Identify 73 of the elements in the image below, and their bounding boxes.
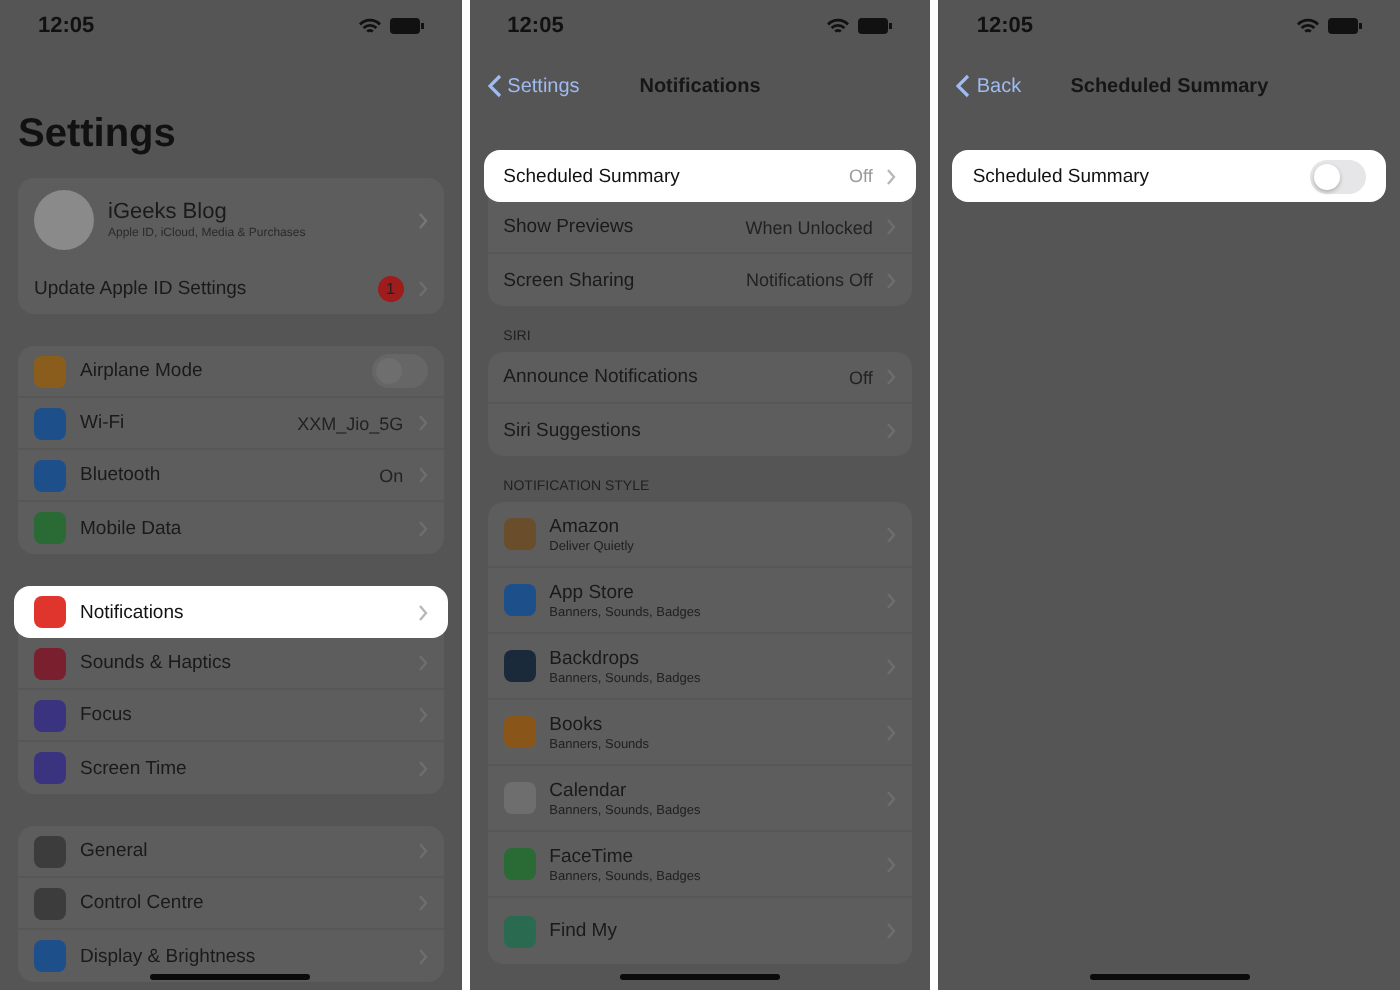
row-value: Off (849, 367, 873, 387)
back-link[interactable]: Back (956, 74, 1022, 98)
row-label: Siri Suggestions (503, 419, 643, 441)
status-time: 12:05 (38, 14, 95, 38)
settings-row[interactable]: Show Previews When Unlocked (487, 202, 913, 254)
wifi-icon (1296, 17, 1321, 35)
row-label: FaceTime (549, 845, 636, 867)
row-label: Books (549, 713, 605, 735)
back-link[interactable]: Settings (487, 74, 580, 98)
toggle-switch[interactable] (1310, 159, 1367, 193)
row-label: Screen Time (80, 757, 189, 779)
settings-row[interactable]: Screen Sharing Notifications Off (487, 254, 913, 306)
chevron-icon (417, 211, 428, 229)
wifi-icon (357, 17, 382, 35)
row-label: Focus (80, 704, 134, 726)
settings-row[interactable]: Scheduled Summary (952, 150, 1387, 202)
settings-row[interactable]: General (18, 826, 444, 878)
settings-row[interactable]: Siri Suggestions (487, 404, 913, 456)
battery-icon (858, 18, 893, 34)
page-title: Settings (18, 112, 178, 158)
settings-row[interactable]: Find My (487, 898, 913, 964)
row-value: On (379, 465, 404, 485)
row-value: XXM_Jio_5G (297, 413, 404, 433)
settings-row[interactable]: Display & Brightness (18, 930, 444, 982)
row-label: Find My (549, 920, 619, 942)
avatar-icon (34, 190, 94, 250)
row-label: Wi-Fi (80, 412, 127, 434)
row-value: When Unlocked (745, 217, 873, 237)
settings-row[interactable]: Notifications (14, 586, 448, 638)
row-value: Off (849, 166, 873, 186)
nav-title: Scheduled Summary (1070, 75, 1269, 97)
row-label: General (80, 840, 150, 862)
row-label: Mobile Data (80, 517, 184, 539)
settings-row[interactable]: Mobile Data (18, 502, 444, 554)
notification-badge: 1 (377, 275, 404, 301)
nav-title: Notifications (639, 75, 761, 97)
status-time: 12:05 (976, 14, 1033, 38)
settings-row[interactable]: Focus (18, 690, 444, 742)
row-label: Scheduled Summary (503, 165, 682, 187)
row-label: Show Previews (503, 216, 636, 238)
settings-row[interactable]: Airplane Mode (18, 346, 444, 398)
settings-row[interactable]: Update Apple ID Settings 1 (18, 262, 444, 314)
chevron-icon (886, 167, 897, 185)
chevron-icon (417, 603, 428, 621)
row-label: Airplane Mode (80, 360, 205, 382)
row-label: App Store (549, 581, 636, 603)
back-chevron-icon (956, 74, 971, 98)
back-chevron-icon (487, 74, 502, 98)
row-value: Notifications Off (745, 270, 873, 290)
settings-row[interactable]: Wi-Fi XXM_Jio_5G (18, 398, 444, 450)
row-label: Display & Brightness (80, 945, 258, 967)
settings-row[interactable]: Bluetooth On (18, 450, 444, 502)
battery-icon (1328, 18, 1363, 34)
row-label: Scheduled Summary (972, 165, 1152, 187)
row-label: Announce Notifications (503, 366, 700, 388)
row-label: Control Centre (80, 892, 206, 914)
profile-name: iGeeks Blog (108, 200, 229, 224)
row-label: Sounds & Haptics (80, 652, 234, 674)
row-label: Calendar (549, 779, 629, 801)
settings-row[interactable]: Announce Notifications Off (487, 352, 913, 404)
row-label: Bluetooth (80, 464, 163, 486)
settings-row[interactable]: Control Centre (18, 878, 444, 930)
wifi-icon (826, 17, 851, 35)
row-label: Amazon (549, 515, 622, 537)
row-label: Notifications (80, 601, 186, 623)
row-label: Backdrops (549, 647, 642, 669)
battery-icon (389, 18, 424, 34)
settings-row[interactable]: Screen Time (18, 742, 444, 794)
row-label: Update Apple ID Settings (34, 277, 249, 299)
status-time: 12:05 (507, 14, 564, 38)
settings-row[interactable]: Sounds & Haptics (18, 638, 444, 690)
settings-row[interactable]: Scheduled Summary Off (483, 150, 917, 202)
row-label: Screen Sharing (503, 269, 637, 291)
